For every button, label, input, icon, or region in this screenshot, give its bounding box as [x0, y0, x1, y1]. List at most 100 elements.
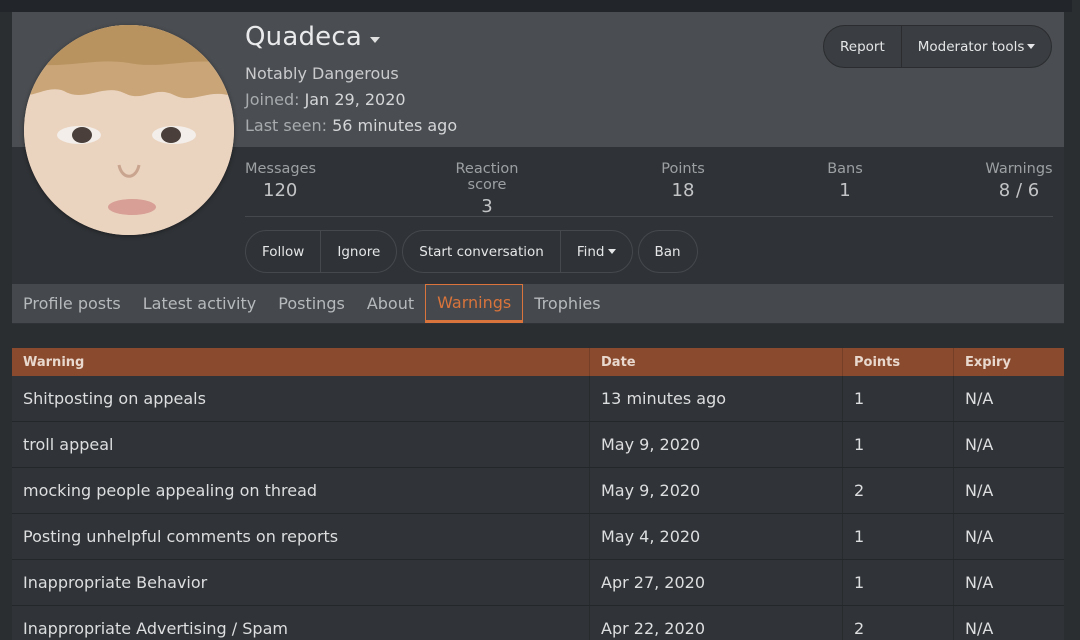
points-cell: 1 — [842, 376, 953, 421]
expiry-cell: N/A — [953, 514, 1064, 559]
follow-ignore-group: Follow Ignore — [245, 230, 398, 273]
expiry-cell: N/A — [953, 422, 1064, 467]
ignore-label: Ignore — [337, 243, 381, 260]
joined-info: Joined: Jan 29, 2020 — [245, 90, 406, 109]
date-cell: Apr 22, 2020 — [589, 606, 842, 640]
follow-button[interactable]: Follow — [246, 231, 320, 272]
stat-value: 120 — [263, 180, 298, 201]
follow-label: Follow — [262, 243, 305, 260]
moderator-tools-label: Moderator tools — [917, 38, 1025, 55]
stat-label: Messages — [245, 161, 317, 177]
date-cell: Apr 27, 2020 — [589, 560, 842, 605]
tab-warnings[interactable]: Warnings — [425, 284, 524, 323]
start-conversation-label: Start conversation — [419, 243, 544, 260]
last-seen-label: Last seen: — [245, 116, 327, 135]
header-warning: Warning — [23, 354, 85, 370]
table-row[interactable]: troll appeal May 9, 2020 1 N/A — [12, 422, 1064, 468]
date-cell: May 4, 2020 — [589, 514, 842, 559]
ban-group: Ban — [637, 230, 698, 273]
stat-points[interactable]: Points 18 — [653, 161, 713, 201]
tab-label: Postings — [278, 294, 345, 313]
joined-label: Joined: — [245, 90, 300, 109]
avatar-image — [24, 25, 234, 235]
tab-about[interactable]: About — [356, 284, 425, 323]
stat-reaction-score[interactable]: Reaction score 3 — [437, 161, 537, 217]
member-header: Quadeca Notably Dangerous Joined: Jan 29… — [12, 12, 1064, 324]
username-menu[interactable]: Quadeca — [245, 22, 381, 52]
stat-warnings[interactable]: Warnings 8 / 6 — [983, 161, 1055, 201]
username: Quadeca — [245, 22, 363, 52]
avatar[interactable] — [24, 25, 234, 235]
tab-label: Profile posts — [23, 294, 121, 313]
ignore-button[interactable]: Ignore — [321, 231, 396, 272]
stat-value: 18 — [671, 180, 695, 201]
tab-label: Trophies — [534, 294, 601, 313]
last-seen-info: Last seen: 56 minutes ago — [245, 116, 457, 135]
date-cell: May 9, 2020 — [589, 422, 842, 467]
ban-button[interactable]: Ban — [639, 231, 697, 272]
table-row[interactable]: Shitposting on appeals 13 minutes ago 1 … — [12, 376, 1064, 422]
stat-label: Points — [661, 161, 705, 177]
warning-cell: Inappropriate Behavior — [23, 573, 208, 592]
profile-tabs: Profile posts Latest activity Postings A… — [12, 284, 1064, 323]
header-points: Points — [842, 348, 953, 376]
tab-postings[interactable]: Postings — [267, 284, 356, 323]
report-button[interactable]: Report — [824, 26, 901, 67]
points-cell: 1 — [842, 514, 953, 559]
warning-cell: Inappropriate Advertising / Spam — [23, 619, 288, 638]
report-label: Report — [840, 38, 885, 55]
tab-trophies[interactable]: Trophies — [523, 284, 611, 323]
warning-cell: Posting unhelpful comments on reports — [23, 527, 339, 546]
header-expiry: Expiry — [953, 348, 1064, 376]
user-title: Notably Dangerous — [245, 64, 399, 83]
ban-label: Ban — [654, 243, 681, 260]
stat-value: 3 — [481, 196, 493, 217]
points-cell: 1 — [842, 422, 953, 467]
stat-value: 1 — [839, 180, 851, 201]
chevron-down-icon — [370, 37, 381, 43]
stat-value: 8 / 6 — [998, 180, 1040, 201]
top-action-group: Report Moderator tools — [823, 25, 1053, 68]
member-action-row: Follow Ignore Start conversation Find Ba… — [245, 230, 698, 273]
expiry-cell: N/A — [953, 606, 1064, 640]
table-row[interactable]: mocking people appealing on thread May 9… — [12, 468, 1064, 514]
stat-label: Reaction score — [455, 161, 519, 193]
stats-bar: Messages 120 Reaction score 3 Points 1 8 … — [245, 161, 1053, 217]
start-conversation-button[interactable]: Start conversation — [403, 231, 560, 272]
stat-messages[interactable]: Messages 120 — [245, 161, 316, 201]
tab-profile-posts[interactable]: Profile posts — [12, 284, 132, 323]
expiry-cell: N/A — [953, 468, 1064, 513]
table-row[interactable]: Inappropriate Behavior Apr 27, 2020 1 N/… — [12, 560, 1064, 606]
chevron-down-icon — [1027, 44, 1036, 49]
warning-cell: Shitposting on appeals — [23, 389, 206, 408]
date-cell: May 9, 2020 — [589, 468, 842, 513]
warnings-table: Warning Date Points Expiry Shitposting o… — [12, 348, 1064, 640]
find-button[interactable]: Find — [561, 231, 632, 272]
tab-label: Latest activity — [142, 294, 257, 313]
stat-label: Bans — [827, 161, 863, 177]
points-cell: 2 — [842, 606, 953, 640]
stat-bans[interactable]: Bans 1 — [820, 161, 870, 201]
header-date: Date — [589, 348, 842, 376]
warning-cell: troll appeal — [23, 435, 114, 454]
chevron-down-icon — [607, 249, 616, 254]
tab-latest-activity[interactable]: Latest activity — [132, 284, 268, 323]
warning-cell: mocking people appealing on thread — [23, 481, 318, 500]
tab-label: About — [366, 294, 415, 313]
expiry-cell: N/A — [953, 560, 1064, 605]
date-cell: 13 minutes ago — [589, 376, 842, 421]
stat-label: Warnings — [985, 161, 1053, 177]
table-row[interactable]: Posting unhelpful comments on reports Ma… — [12, 514, 1064, 560]
find-label: Find — [576, 243, 605, 260]
table-row[interactable]: Inappropriate Advertising / Spam Apr 22,… — [12, 606, 1064, 640]
table-header: Warning Date Points Expiry — [12, 348, 1064, 376]
top-strip — [0, 0, 1080, 12]
last-seen-value: 56 minutes ago — [332, 116, 458, 135]
points-cell: 2 — [842, 468, 953, 513]
moderator-tools-button[interactable]: Moderator tools — [902, 26, 1052, 67]
joined-value: Jan 29, 2020 — [304, 90, 406, 109]
expiry-cell: N/A — [953, 376, 1064, 421]
conversation-find-group: Start conversation Find — [402, 230, 633, 273]
points-cell: 1 — [842, 560, 953, 605]
tab-label: Warnings — [437, 293, 512, 312]
